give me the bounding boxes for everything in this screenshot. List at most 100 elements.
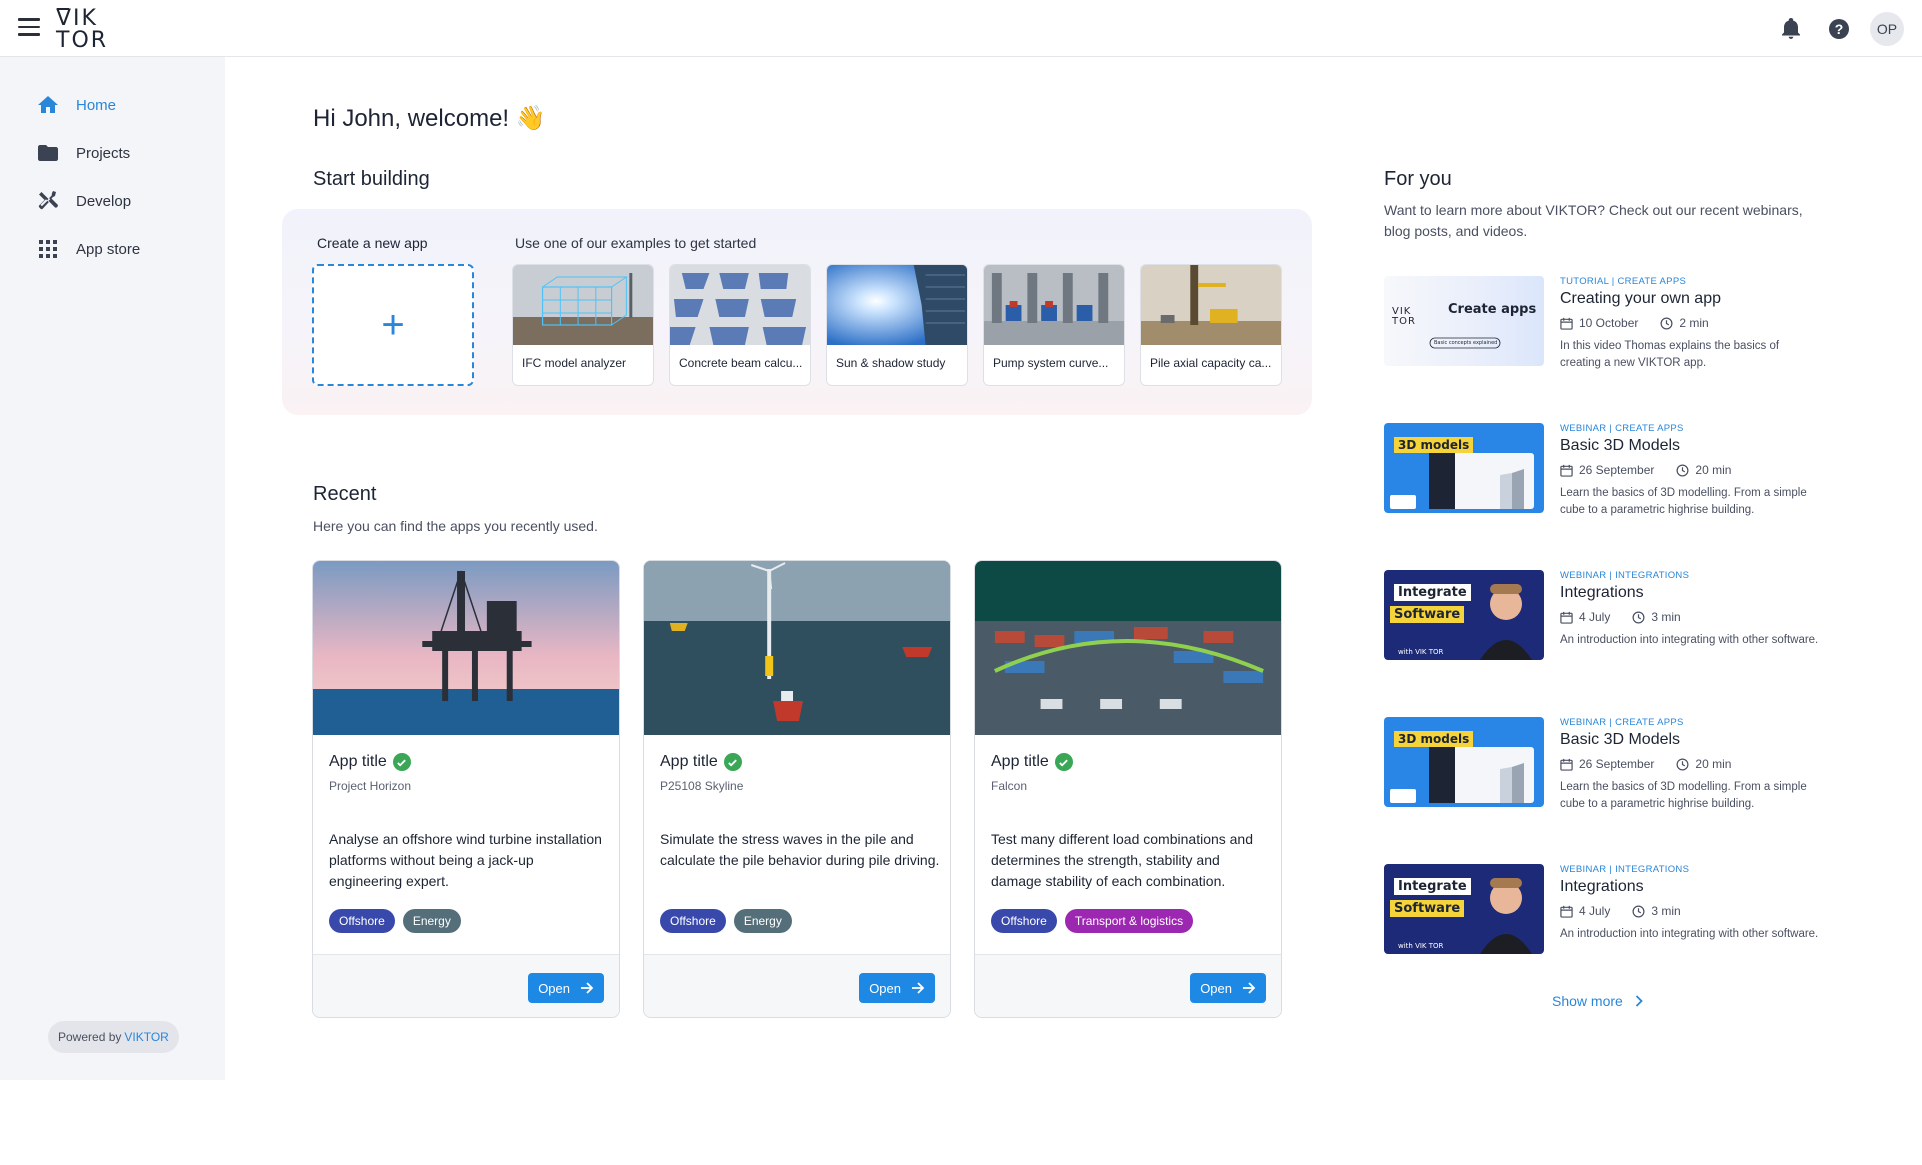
example-card-pile-axial[interactable]: Pile axial capacity ca...: [1140, 264, 1282, 386]
tag-energy[interactable]: Energy: [733, 909, 792, 933]
app-description: Analyse an offshore wind turbine install…: [329, 831, 602, 889]
example-card-pump-system[interactable]: Pump system curve...: [983, 264, 1125, 386]
for-you-item[interactable]: 3D models WEBINAR | CREATE APPS Basic 3D…: [1384, 717, 1824, 817]
app-project: P25108 Skyline: [660, 779, 744, 793]
powered-by-badge[interactable]: Powered by VIKTOR: [48, 1021, 179, 1053]
item-description: Learn the basics of 3D modelling. From a…: [1560, 781, 1807, 810]
app-title: App title: [329, 753, 411, 771]
tag-offshore[interactable]: Offshore: [991, 909, 1057, 933]
avatar[interactable]: OP: [1870, 12, 1904, 46]
calendar-icon: [1560, 464, 1573, 477]
video-thumbnail: 3D models: [1384, 423, 1544, 513]
item-title: Basic 3D Models: [1560, 437, 1681, 454]
app-description: Test many different load combinations an…: [991, 831, 1254, 889]
for-you-item[interactable]: VIK TOR Create apps Basic concepts expla…: [1384, 276, 1824, 376]
recent-title: Recent: [313, 483, 377, 505]
open-button[interactable]: Open: [859, 973, 935, 1003]
app-hero-image: [975, 561, 1281, 735]
example-label: Pump system curve...: [993, 356, 1109, 370]
item-description: In this video Thomas explains the basics…: [1560, 340, 1780, 369]
app-title: App title: [991, 753, 1073, 771]
item-title: Integrations: [1560, 878, 1644, 895]
item-category: WEBINAR | INTEGRATIONS: [1560, 570, 1690, 581]
item-description: An introduction into integrating with ot…: [1560, 928, 1819, 940]
example-thumbnail: [984, 265, 1124, 345]
video-thumbnail: VIK TOR Create apps Basic concepts expla…: [1384, 276, 1544, 366]
open-button[interactable]: Open: [528, 973, 604, 1003]
tag-offshore[interactable]: Offshore: [329, 909, 395, 933]
app-hero-image: [644, 561, 950, 735]
verified-icon: [392, 753, 411, 771]
for-you-item[interactable]: 3D models WEBINAR | CREATE APPS Basic 3D…: [1384, 423, 1824, 523]
sidebar-item-projects[interactable]: Projects: [36, 141, 130, 165]
svg-text:with VIK TOR: with VIK TOR: [1398, 942, 1444, 950]
tag-transport-logistics[interactable]: Transport & logistics: [1064, 909, 1194, 933]
for-you-intro: Want to learn more about VIKTOR? Check o…: [1384, 202, 1803, 239]
svg-text:TOR: TOR: [1391, 316, 1416, 327]
clock-icon: [1660, 317, 1673, 329]
for-you-item[interactable]: with VIK TOR Integrate Software WEBINAR …: [1384, 570, 1824, 670]
tag-offshore[interactable]: Offshore: [660, 909, 726, 933]
item-meta: 26 September 20 min: [1560, 463, 1731, 477]
example-thumbnail: [827, 265, 967, 345]
example-card-sun-shadow[interactable]: Sun & shadow study: [826, 264, 968, 386]
sidebar-item-label: Home: [76, 96, 117, 114]
sidebar: Home Projects Develop App store Powered …: [0, 57, 225, 1080]
video-thumbnail: 3D models: [1384, 717, 1544, 807]
recent-app-card[interactable]: App title Falcon Test many different loa…: [974, 560, 1282, 1018]
item-meta: 4 July 3 min: [1560, 904, 1681, 918]
svg-text:with VIK TOR: with VIK TOR: [1398, 648, 1444, 656]
tag-energy[interactable]: Energy: [402, 909, 461, 933]
create-new-app-button[interactable]: +: [312, 264, 474, 386]
card-footer: Open: [313, 954, 619, 1017]
examples-label: Use one of our examples to get started: [515, 235, 757, 251]
calendar-icon: [1560, 317, 1573, 330]
recent-app-card[interactable]: App title P25108 Skyline Simulate the st…: [643, 560, 951, 1018]
arrow-right-icon: [912, 982, 925, 994]
item-title: Integrations: [1560, 584, 1644, 601]
clock-icon: [1632, 611, 1645, 623]
viktor-logo[interactable]: VIK TOR: [56, 8, 112, 52]
calendar-icon: [1560, 611, 1573, 624]
sidebar-item-app-store[interactable]: App store: [36, 237, 140, 261]
example-card-ifc[interactable]: IFC model analyzer: [512, 264, 654, 386]
show-more-link[interactable]: Show more: [1552, 993, 1643, 1009]
sidebar-item-label: App store: [76, 240, 141, 258]
item-category: WEBINAR | INTEGRATIONS: [1560, 864, 1690, 875]
clock-icon: [1676, 464, 1689, 476]
item-title: Creating your own app: [1560, 290, 1721, 307]
home-icon: [38, 96, 58, 113]
card-footer: Open: [975, 954, 1281, 1017]
arrow-right-icon: [581, 982, 594, 994]
item-meta: 4 July 3 min: [1560, 610, 1681, 624]
for-you-item[interactable]: with VIK TOR Integrate Software WEBINAR …: [1384, 864, 1824, 964]
example-label: Concrete beam calcu...: [679, 356, 803, 370]
item-meta: 26 September 20 min: [1560, 757, 1731, 771]
folder-icon: [38, 145, 58, 161]
clock-icon: [1676, 758, 1689, 770]
tools-icon: [38, 191, 58, 210]
card-footer: Open: [644, 954, 950, 1017]
plus-icon: +: [381, 303, 405, 347]
calendar-icon: [1560, 905, 1573, 918]
start-building-title: Start building: [313, 168, 430, 190]
sidebar-item-develop[interactable]: Develop: [36, 189, 131, 213]
verified-icon: [1054, 753, 1073, 771]
sidebar-item-home[interactable]: Home: [36, 93, 116, 117]
grid-icon: [39, 240, 57, 258]
top-bar: VIK TOR ? OP: [0, 0, 1922, 57]
help-icon[interactable]: ?: [1822, 12, 1856, 46]
app-description: Simulate the stress waves in the pile an…: [660, 831, 940, 868]
menu-icon[interactable]: [18, 18, 40, 38]
recent-app-card[interactable]: App title Project Horizon Analyse an off…: [312, 560, 620, 1018]
bell-icon[interactable]: [1774, 12, 1808, 46]
chevron-right-icon: [1635, 995, 1643, 1007]
item-description: Learn the basics of 3D modelling. From a…: [1560, 487, 1807, 516]
app-project: Falcon: [991, 779, 1028, 793]
item-category: WEBINAR | CREATE APPS: [1560, 717, 1684, 728]
app-title: App title: [660, 753, 742, 771]
arrow-right-icon: [1243, 982, 1256, 994]
open-button[interactable]: Open: [1190, 973, 1266, 1003]
example-card-concrete-beam[interactable]: Concrete beam calcu...: [669, 264, 811, 386]
example-label: Pile axial capacity ca...: [1150, 356, 1272, 370]
